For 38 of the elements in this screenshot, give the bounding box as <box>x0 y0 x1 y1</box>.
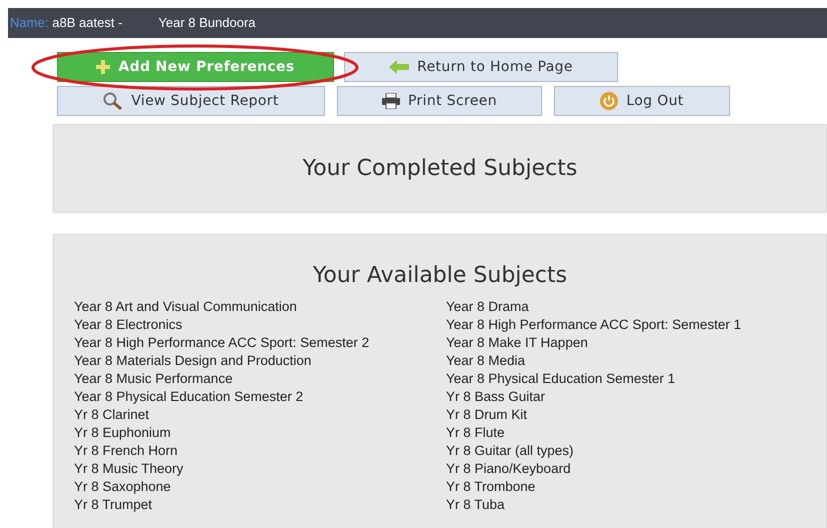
subject-item: Year 8 Music Performance <box>74 370 234 388</box>
subject-item: Yr 8 Clarinet <box>74 406 150 424</box>
button[interactable]: View Subject Report <box>57 86 325 116</box>
magnifier-icon <box>103 92 124 110</box>
subject-item: Year 8 Physical Education Semester 1 <box>446 370 676 388</box>
subject-item: Yr 8 Drum Kit <box>446 406 528 424</box>
button[interactable]: Print Screen <box>337 86 542 116</box>
printer-icon <box>382 93 400 109</box>
button[interactable]: Log Out <box>554 86 730 116</box>
subject-item: Yr 8 Music Theory <box>74 460 184 478</box>
name-label: Name: <box>10 14 48 32</box>
arrow-left-icon <box>389 60 410 74</box>
subject-item: Yr 8 Piano/Keyboard <box>446 460 572 478</box>
subject-item: Year 8 Materials Design and Production <box>74 352 312 370</box>
button[interactable]: Return to Home Page <box>344 52 618 82</box>
subject-item: Year 8 Art and Visual Communication <box>74 298 298 316</box>
panel-title: Your Available Subjects <box>312 262 568 290</box>
subject-item: Yr 8 Tuba <box>446 496 506 514</box>
subject-item: Year 8 Media <box>446 352 526 370</box>
subject-item: Yr 8 Bass Guitar <box>446 388 546 406</box>
subject-item: Year 8 Drama <box>446 298 530 316</box>
plus-icon <box>96 60 110 74</box>
subject-item: Year 8 Make IT Happen <box>446 334 589 352</box>
subject-item: Yr 8 Trumpet <box>74 496 154 514</box>
student-name: a8B aatest - <box>52 14 122 32</box>
power-icon <box>600 92 618 110</box>
subject-item: Yr 8 Saxophone <box>74 478 172 496</box>
subject-item: Yr 8 Flute <box>446 424 506 442</box>
campus-label: Year 8 Bundoora <box>158 14 256 32</box>
subject-item: Year 8 High Performance ACC Sport: Semester 2 <box>74 334 370 352</box>
subject-item: Year 8 Physical Education Semester 2 <box>74 388 304 406</box>
subject-item: Year 8 Electronics <box>74 316 184 334</box>
subject-item: Yr 8 French Horn <box>74 442 179 460</box>
subject-item: Yr 8 Euphonium <box>74 424 172 442</box>
panel-title: Your Completed Subjects <box>302 154 578 182</box>
subject-item: Yr 8 Guitar (all types) <box>446 442 575 460</box>
subject-item: Yr 8 Trombone <box>446 478 536 496</box>
subject-item: Year 8 High Performance ACC Sport: Semester 1 <box>446 316 742 334</box>
